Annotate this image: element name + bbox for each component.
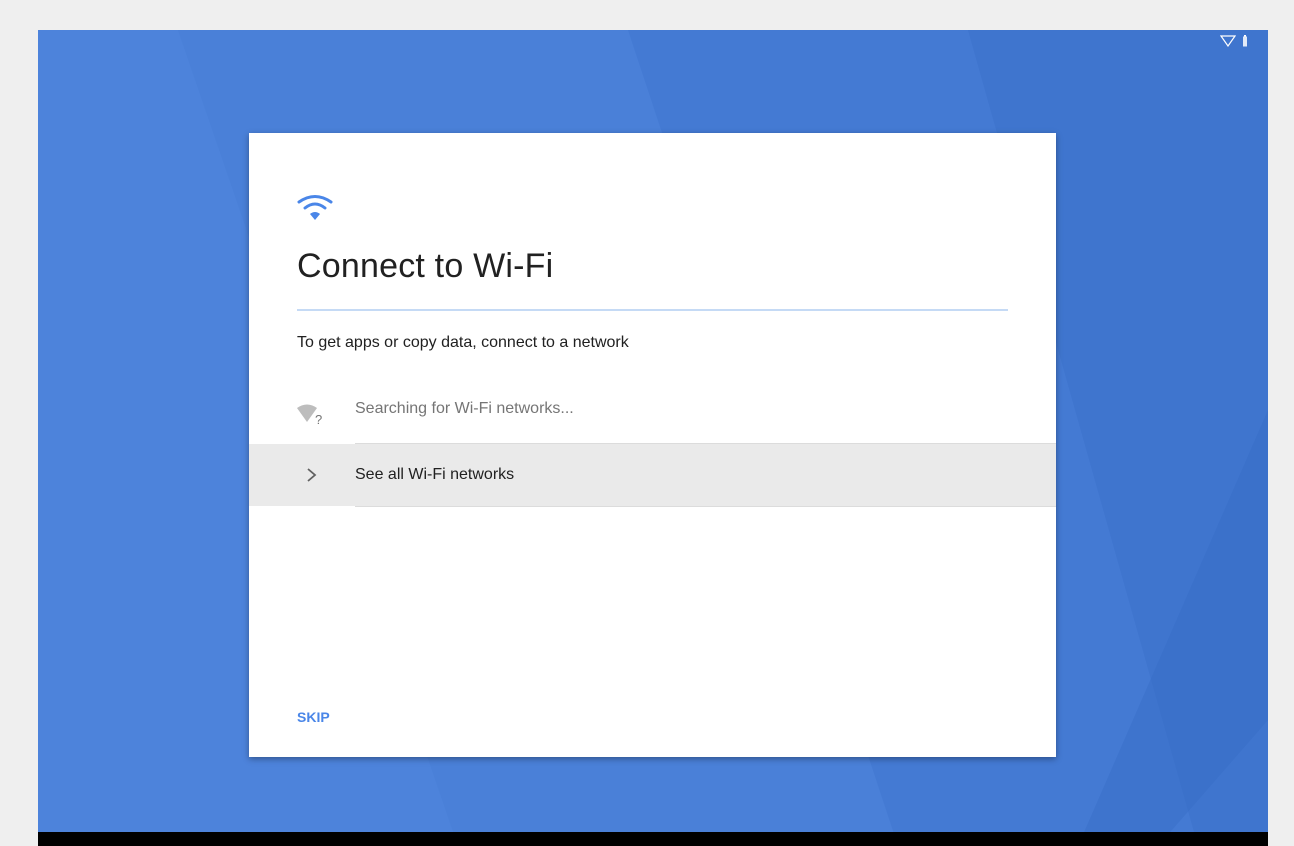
svg-text:?: ?	[315, 412, 322, 426]
title-divider	[297, 309, 1008, 311]
searching-status-text: Searching for Wi-Fi networks...	[355, 400, 574, 417]
page-subtitle: To get apps or copy data, connect to a n…	[297, 334, 629, 351]
navigation-bar	[38, 832, 1268, 846]
searching-row: ? Searching for Wi-Fi networks...	[249, 383, 1056, 443]
divider	[355, 506, 1056, 507]
wifi-unknown-icon: ?	[297, 402, 327, 427]
setup-card: Connect to Wi-Fi To get apps or copy dat…	[249, 133, 1056, 757]
see-all-networks-row[interactable]: See all Wi-Fi networks	[249, 444, 1056, 506]
wifi-icon	[297, 193, 333, 221]
device-screen: Connect to Wi-Fi To get apps or copy dat…	[38, 30, 1268, 846]
see-all-networks-label: See all Wi-Fi networks	[355, 466, 515, 483]
page-title: Connect to Wi-Fi	[297, 247, 554, 285]
battery-icon	[1242, 34, 1248, 52]
wifi-icon	[1219, 34, 1237, 52]
chevron-right-icon	[305, 466, 319, 484]
skip-button[interactable]: SKIP	[289, 703, 338, 731]
status-bar	[1219, 34, 1248, 52]
